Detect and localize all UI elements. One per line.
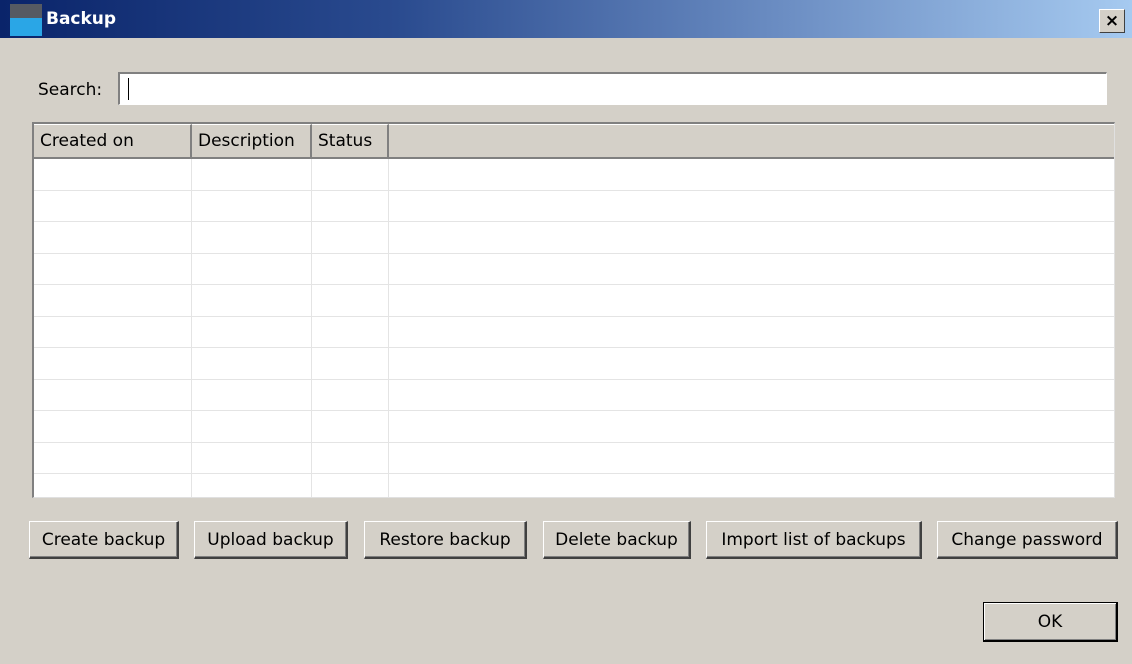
- column-header-filler: [389, 124, 1114, 157]
- restore-backup-button[interactable]: Restore backup: [364, 521, 527, 559]
- table-body[interactable]: [34, 159, 1114, 497]
- table-cell: [389, 159, 1114, 190]
- table-cell: [192, 411, 312, 442]
- table-cell: [192, 285, 312, 316]
- table-row[interactable]: [34, 159, 1114, 191]
- table-cell: [34, 316, 192, 347]
- ok-button[interactable]: OK: [983, 602, 1118, 642]
- table-cell: [192, 379, 312, 410]
- column-header-status[interactable]: Status: [312, 124, 389, 157]
- table-cell: [389, 443, 1114, 474]
- close-icon: ×: [1104, 11, 1120, 31]
- import-list-of-backups-button[interactable]: Import list of backups: [706, 521, 922, 559]
- table-cell: [389, 380, 1114, 411]
- search-input[interactable]: [118, 72, 1107, 105]
- table-cell: [312, 190, 389, 221]
- table-row[interactable]: [34, 442, 1114, 474]
- table-row[interactable]: [34, 348, 1114, 380]
- table-cell: [389, 317, 1114, 348]
- change-password-button[interactable]: Change password: [937, 521, 1118, 559]
- table-cell: [389, 222, 1114, 253]
- table-cell: [312, 379, 389, 410]
- table-cell: [192, 442, 312, 473]
- table-cell: [312, 442, 389, 473]
- title-bar[interactable]: Backup ×: [0, 0, 1132, 38]
- create-backup-button[interactable]: Create backup: [29, 521, 179, 559]
- table-row[interactable]: [34, 190, 1114, 222]
- backups-table[interactable]: Created on Description Status: [32, 122, 1115, 498]
- table-cell: [389, 348, 1114, 379]
- table-row[interactable]: [34, 253, 1114, 285]
- search-label: Search:: [38, 80, 103, 100]
- table-cell: [312, 159, 389, 190]
- table-cell: [192, 253, 312, 284]
- table-cell: [34, 379, 192, 410]
- table-cell: [312, 285, 389, 316]
- table-cell: [389, 254, 1114, 285]
- table-cell: [312, 253, 389, 284]
- table-cell: [312, 222, 389, 253]
- table-cell: [192, 222, 312, 253]
- table-cell: [192, 348, 312, 379]
- table-cell: [34, 222, 192, 253]
- table-cell: [389, 285, 1114, 316]
- table-cell: [312, 348, 389, 379]
- close-button[interactable]: ×: [1099, 9, 1125, 33]
- table-cell: [34, 348, 192, 379]
- table-cell: [389, 191, 1114, 222]
- table-cell: [312, 474, 389, 497]
- table-cell: [389, 474, 1114, 497]
- table-row[interactable]: [34, 222, 1114, 254]
- table-cell: [34, 285, 192, 316]
- app-window-icon: [10, 4, 42, 36]
- backup-dialog: Backup × Search: Created on Description …: [0, 0, 1132, 664]
- table-cell: [312, 411, 389, 442]
- table-cell: [34, 159, 192, 190]
- table-row[interactable]: [34, 285, 1114, 317]
- table-cell: [34, 474, 192, 497]
- table-cell: [34, 190, 192, 221]
- column-header-created-on[interactable]: Created on: [34, 124, 192, 157]
- table-cell: [192, 190, 312, 221]
- table-cell: [34, 442, 192, 473]
- table-cell: [389, 411, 1114, 442]
- column-header-description[interactable]: Description: [192, 124, 312, 157]
- table-row[interactable]: [34, 411, 1114, 443]
- table-cell: [192, 474, 312, 497]
- table-cell: [192, 316, 312, 347]
- upload-backup-button[interactable]: Upload backup: [194, 521, 348, 559]
- table-row[interactable]: [34, 474, 1114, 497]
- table-cell: [34, 411, 192, 442]
- delete-backup-button[interactable]: Delete backup: [543, 521, 691, 559]
- table-row[interactable]: [34, 379, 1114, 411]
- table-cell: [34, 253, 192, 284]
- table-cell: [192, 159, 312, 190]
- table-cell: [312, 316, 389, 347]
- table-header: Created on Description Status: [34, 124, 1114, 159]
- table-row[interactable]: [34, 316, 1114, 348]
- window-title: Backup: [46, 9, 117, 29]
